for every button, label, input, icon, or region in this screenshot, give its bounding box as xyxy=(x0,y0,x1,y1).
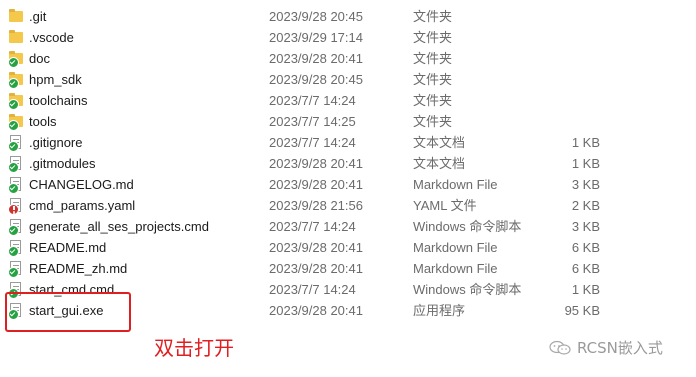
file-name: hpm_sdk xyxy=(29,72,82,87)
file-row-gitignore[interactable]: .gitignore 2023/7/7 14:24 文本文档 1 KB xyxy=(0,132,696,153)
folder-icon xyxy=(8,72,23,89)
file-row-readme-zh[interactable]: README_zh.md 2023/9/28 20:41 Markdown Fi… xyxy=(0,258,696,279)
file-date: 2023/9/28 20:45 xyxy=(269,9,363,24)
file-date: 2023/9/28 21:56 xyxy=(269,198,363,213)
file-date: 2023/7/7 14:24 xyxy=(269,135,356,150)
file-row-hpm-sdk[interactable]: hpm_sdk 2023/9/28 20:45 文件夹 xyxy=(0,69,696,90)
file-row-readme[interactable]: README.md 2023/9/28 20:41 Markdown File … xyxy=(0,237,696,258)
file-name: toolchains xyxy=(29,93,88,108)
file-size: 1 KB xyxy=(571,282,600,297)
file-date: 2023/9/29 17:14 xyxy=(269,30,363,45)
file-date: 2023/9/28 20:41 xyxy=(269,240,363,255)
sync-ok-icon xyxy=(8,78,19,89)
file-size: 6 KB xyxy=(571,261,600,276)
folder-icon xyxy=(9,30,23,45)
folder-icon xyxy=(8,51,23,68)
file-name: .git xyxy=(29,9,47,24)
file-size: 1 KB xyxy=(571,135,600,150)
folder-icon xyxy=(8,114,23,131)
file-date: 2023/9/28 20:41 xyxy=(269,177,363,192)
file-type: Markdown File xyxy=(413,177,498,192)
sync-ok-icon xyxy=(8,225,19,236)
file-type: 文件夹 xyxy=(413,114,453,129)
watermark-text: RCSN嵌入式 xyxy=(577,339,663,357)
file-list: .git 2023/9/28 20:45 文件夹 .vscode 2023/9/… xyxy=(0,6,696,321)
file-date: 2023/7/7 14:24 xyxy=(269,282,356,297)
file-name: doc xyxy=(29,51,50,66)
file-name: README.md xyxy=(29,240,107,255)
sync-ok-icon xyxy=(8,99,19,110)
sync-error-icon xyxy=(8,204,19,215)
file-name: README_zh.md xyxy=(29,261,128,276)
file-date: 2023/9/28 20:41 xyxy=(269,261,363,276)
file-date: 2023/7/7 14:25 xyxy=(269,114,356,129)
file-type: 文件夹 xyxy=(413,30,453,45)
document-icon xyxy=(8,240,23,257)
file-name: tools xyxy=(29,114,57,129)
document-icon xyxy=(8,198,23,215)
document-icon xyxy=(8,156,23,173)
file-size: 3 KB xyxy=(571,177,600,192)
highlight-box xyxy=(5,292,131,332)
sync-ok-icon xyxy=(8,57,19,68)
file-type: 文件夹 xyxy=(413,9,453,24)
file-size: 3 KB xyxy=(571,219,600,234)
file-name: .vscode xyxy=(29,30,74,45)
file-type: 文件夹 xyxy=(413,51,453,66)
file-row-cmd-params[interactable]: cmd_params.yaml 2023/9/28 21:56 YAML 文件 … xyxy=(0,195,696,216)
file-size: 1 KB xyxy=(571,156,600,171)
file-size: 6 KB xyxy=(571,240,600,255)
file-type: Markdown File xyxy=(413,240,498,255)
file-row-generate-all[interactable]: generate_all_ses_projects.cmd 2023/7/7 1… xyxy=(0,216,696,237)
file-row-changelog[interactable]: CHANGELOG.md 2023/9/28 20:41 Markdown Fi… xyxy=(0,174,696,195)
sync-ok-icon xyxy=(8,162,19,173)
sync-ok-icon xyxy=(8,120,19,131)
file-name: cmd_params.yaml xyxy=(29,198,136,213)
wechat-icon xyxy=(549,340,571,355)
folder-icon xyxy=(9,9,23,24)
file-type: 文件夹 xyxy=(413,72,453,87)
file-size: 2 KB xyxy=(571,198,600,213)
file-row-git[interactable]: .git 2023/9/28 20:45 文件夹 xyxy=(0,6,696,27)
file-size: 95 KB xyxy=(564,303,600,318)
file-row-doc[interactable]: doc 2023/9/28 20:41 文件夹 xyxy=(0,48,696,69)
document-icon xyxy=(8,135,23,152)
document-icon xyxy=(8,177,23,194)
file-type: 文件夹 xyxy=(413,93,453,108)
file-date: 2023/7/7 14:24 xyxy=(269,219,356,234)
document-icon xyxy=(8,219,23,236)
sync-ok-icon xyxy=(8,267,19,278)
file-date: 2023/9/28 20:41 xyxy=(269,51,363,66)
file-name: generate_all_ses_projects.cmd xyxy=(29,219,209,234)
file-row-vscode[interactable]: .vscode 2023/9/29 17:14 文件夹 xyxy=(0,27,696,48)
file-name: .gitmodules xyxy=(29,156,96,171)
file-date: 2023/7/7 14:24 xyxy=(269,93,356,108)
file-type: YAML 文件 xyxy=(413,198,477,213)
file-row-gitmodules[interactable]: .gitmodules 2023/9/28 20:41 文本文档 1 KB xyxy=(0,153,696,174)
document-icon xyxy=(8,261,23,278)
file-row-tools[interactable]: tools 2023/7/7 14:25 文件夹 xyxy=(0,111,696,132)
file-date: 2023/9/28 20:41 xyxy=(269,303,363,318)
sync-ok-icon xyxy=(8,141,19,152)
file-name: .gitignore xyxy=(29,135,83,150)
file-type: 应用程序 xyxy=(413,303,466,318)
file-date: 2023/9/28 20:41 xyxy=(269,156,363,171)
file-row-toolchains[interactable]: toolchains 2023/7/7 14:24 文件夹 xyxy=(0,90,696,111)
file-type: Windows 命令脚本 xyxy=(413,219,522,234)
file-type: Windows 命令脚本 xyxy=(413,282,522,297)
file-date: 2023/9/28 20:45 xyxy=(269,72,363,87)
sync-ok-icon xyxy=(8,246,19,257)
file-type: Markdown File xyxy=(413,261,498,276)
file-name: CHANGELOG.md xyxy=(29,177,134,192)
file-type: 文本文档 xyxy=(413,135,466,150)
sync-ok-icon xyxy=(8,183,19,194)
file-type: 文本文档 xyxy=(413,156,466,171)
folder-icon xyxy=(8,93,23,110)
annotation-text: 双击打开 xyxy=(154,336,234,360)
